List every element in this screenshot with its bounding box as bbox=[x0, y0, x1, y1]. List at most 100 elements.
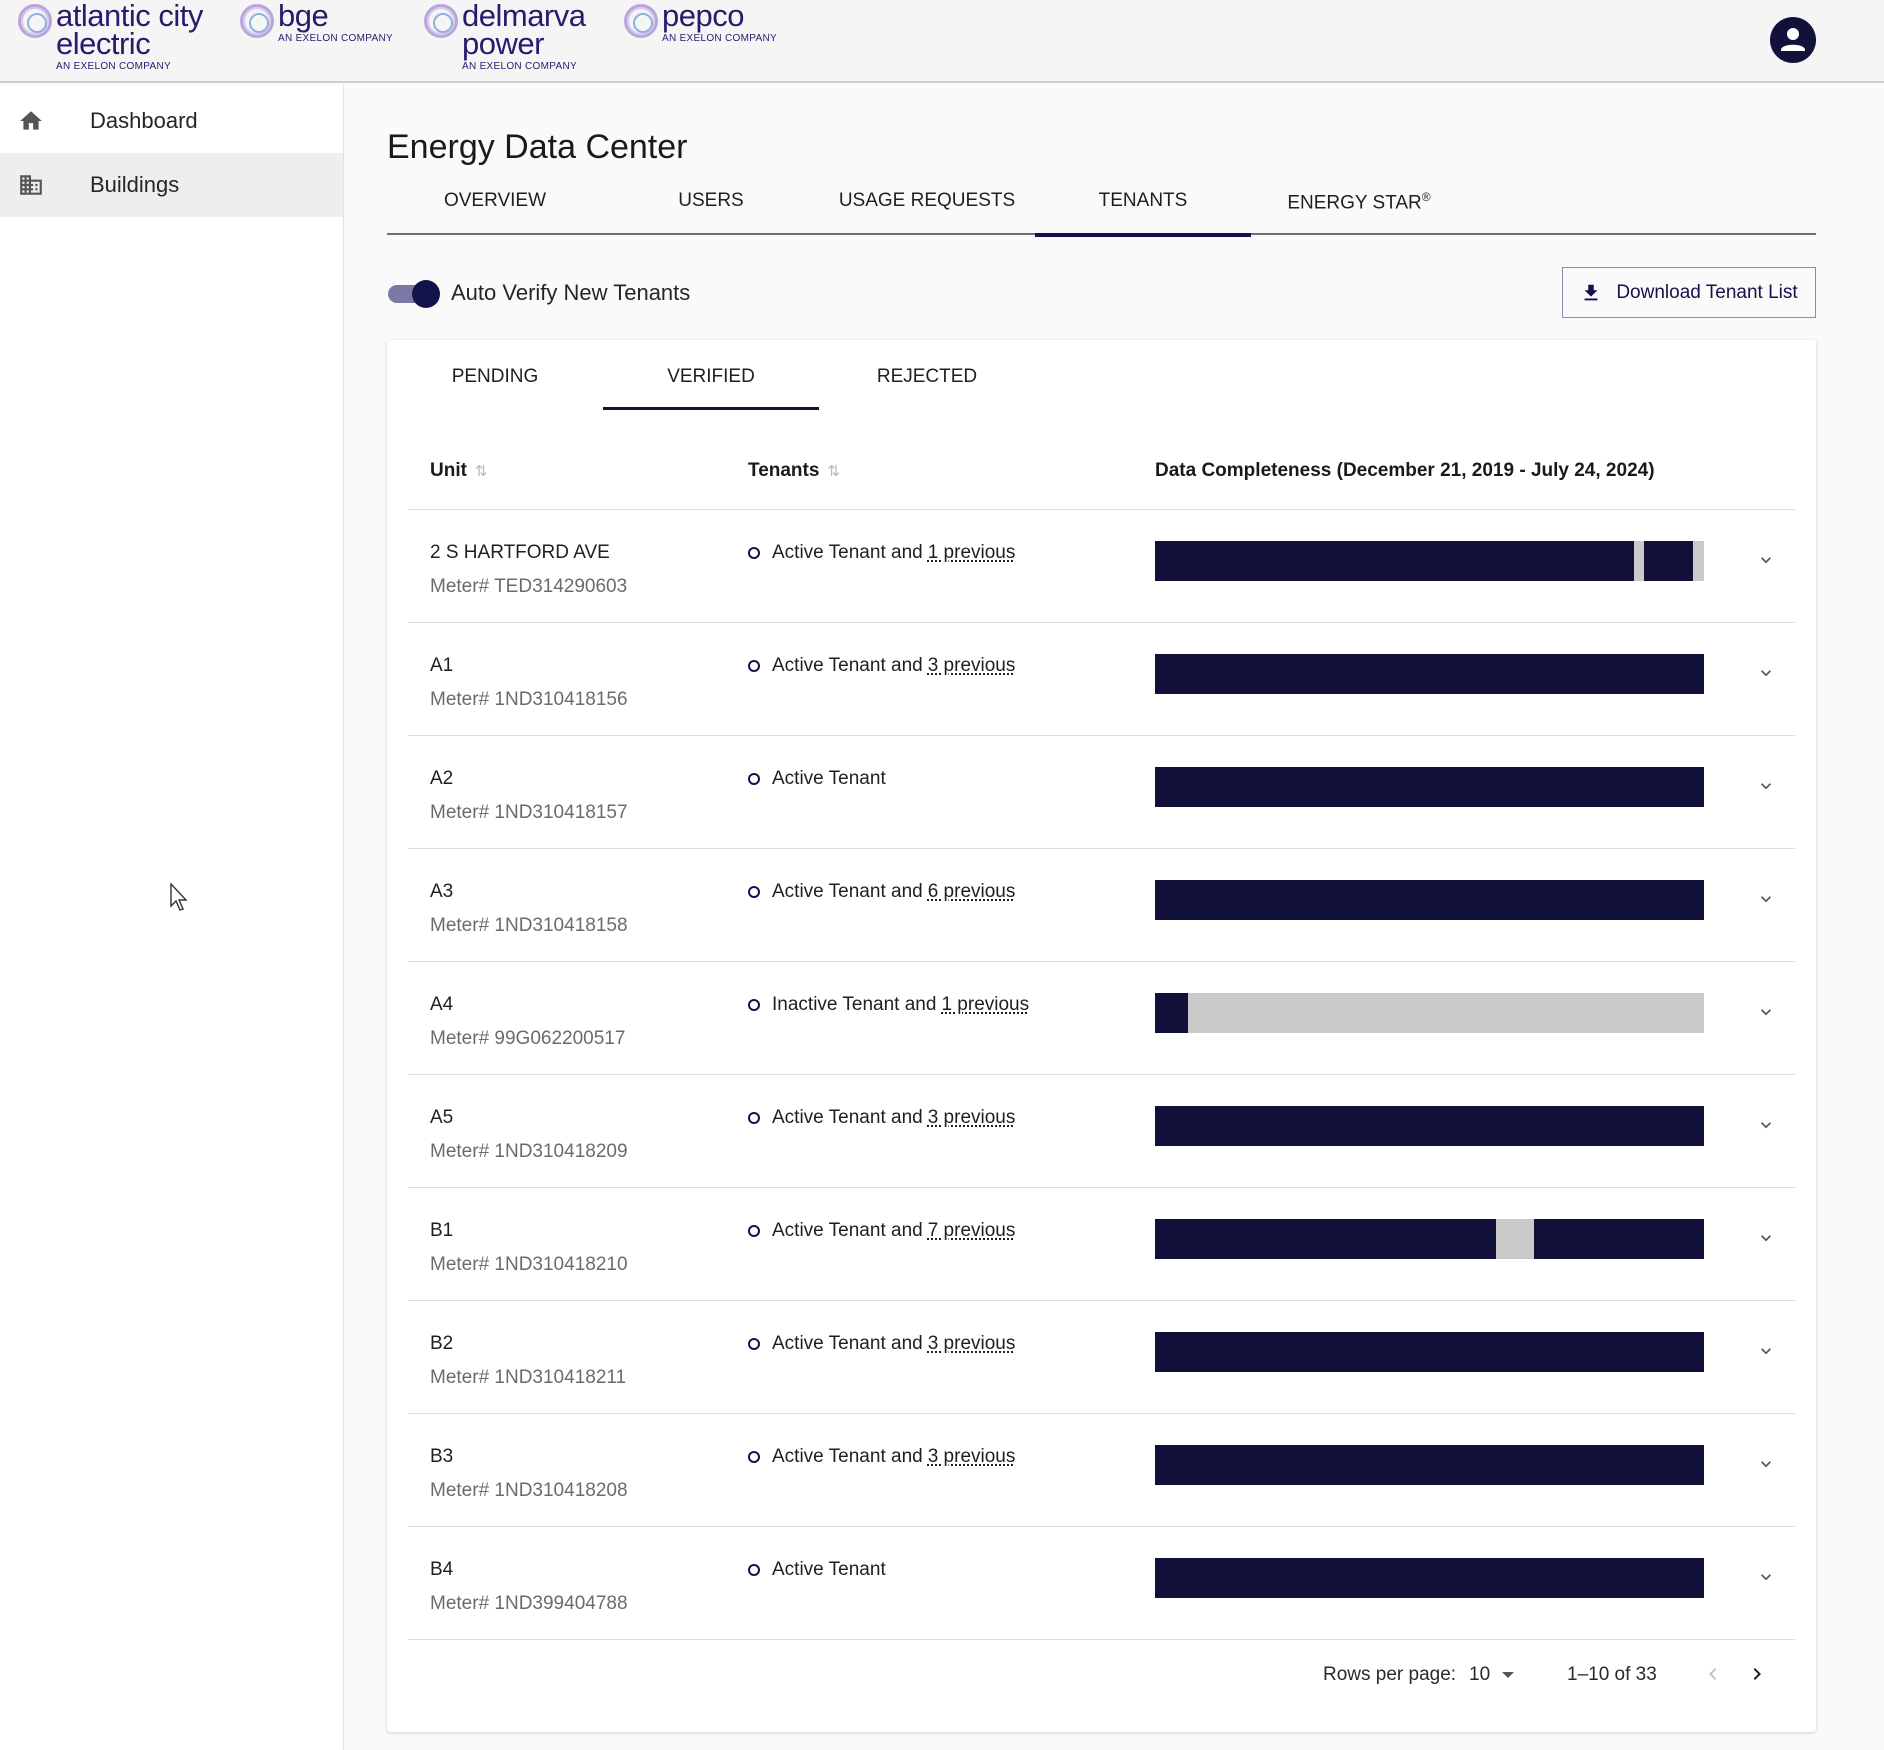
previous-tenants-link[interactable]: 3 previous bbox=[928, 655, 1016, 677]
tab-rejected[interactable]: REJECTED bbox=[819, 340, 1035, 410]
table-row[interactable]: 2 S HARTFORD AVE Meter# TED314290603 Activ… bbox=[408, 510, 1795, 623]
data-completeness-bar bbox=[1155, 654, 1704, 694]
expand-row-chevron-icon[interactable] bbox=[1756, 550, 1776, 570]
sidebar-item-label: Dashboard bbox=[90, 108, 198, 133]
completeness-segment bbox=[1643, 541, 1694, 581]
table-header: Unit ⇅ Tenants ⇅ Data Completeness (Decemb… bbox=[408, 442, 1795, 510]
tenant-status: Active Tenant and 7 previous bbox=[748, 1220, 1015, 1242]
unit-name: 2 S HARTFORD AVE bbox=[430, 542, 610, 563]
completeness-segment bbox=[1155, 1106, 1704, 1146]
top-header: atlantic city electric AN EXELON COMPANY… bbox=[0, 0, 1884, 83]
expand-row-chevron-icon[interactable] bbox=[1756, 1115, 1776, 1135]
expand-row-chevron-icon[interactable] bbox=[1756, 776, 1776, 796]
status-tabs: PENDING VERIFIED REJECTED bbox=[387, 340, 1035, 410]
expand-row-chevron-icon[interactable] bbox=[1756, 1341, 1776, 1361]
table-row[interactable]: B1 Meter# 1ND310418210 Active Tenant and 7 … bbox=[408, 1188, 1795, 1301]
table-row[interactable]: A2 Meter# 1ND310418157 Active Tenant bbox=[408, 736, 1795, 849]
unit-name: B1 bbox=[430, 1220, 454, 1241]
brand-atlantic-city-electric[interactable]: atlantic city electric AN EXELON COMPANY bbox=[18, 0, 203, 72]
tenant-status: Active Tenant and 3 previous bbox=[748, 655, 1015, 677]
previous-tenants-link[interactable]: 3 previous bbox=[928, 1333, 1016, 1355]
sort-icon[interactable]: ⇅ bbox=[827, 463, 840, 480]
meter-number: Meter# 1ND310418156 bbox=[430, 689, 628, 710]
tab-usage-requests[interactable]: USAGE REQUESTS bbox=[819, 180, 1035, 235]
toggle-thumb bbox=[412, 280, 440, 308]
sidebar-item-buildings[interactable]: Buildings bbox=[0, 153, 343, 217]
completeness-segment bbox=[1155, 541, 1634, 581]
expand-row-chevron-icon[interactable] bbox=[1756, 1567, 1776, 1587]
auto-verify-toggle[interactable] bbox=[388, 280, 440, 308]
unit-name: B2 bbox=[430, 1333, 454, 1354]
data-completeness-bar bbox=[1155, 1106, 1704, 1146]
brand-name: pepco bbox=[662, 0, 744, 33]
tenant-status-text: Active Tenant and bbox=[772, 655, 923, 676]
expand-row-chevron-icon[interactable] bbox=[1756, 1228, 1776, 1248]
previous-tenants-link[interactable]: 3 previous bbox=[928, 1107, 1016, 1129]
mouse-cursor-icon bbox=[170, 883, 188, 911]
table-row[interactable]: A1 Meter# 1ND310418156 Active Tenant and 3 … bbox=[408, 623, 1795, 736]
previous-tenants-link[interactable]: 6 previous bbox=[928, 881, 1016, 903]
tenant-status-text: Active Tenant and bbox=[772, 1220, 923, 1241]
tenant-status: Inactive Tenant and 1 previous bbox=[748, 994, 1029, 1016]
tab-tenants[interactable]: TENANTS bbox=[1035, 180, 1251, 237]
table-row[interactable]: A4 Meter# 99G062200517 Inactive Tenant and… bbox=[408, 962, 1795, 1075]
tab-pending[interactable]: PENDING bbox=[387, 340, 603, 410]
completeness-segment bbox=[1155, 1445, 1704, 1485]
status-dot-icon bbox=[748, 999, 760, 1011]
tab-verified[interactable]: VERIFIED bbox=[603, 340, 819, 410]
expand-row-chevron-icon[interactable] bbox=[1756, 889, 1776, 909]
tab-energy-star[interactable]: ENERGY STAR® bbox=[1251, 180, 1467, 235]
previous-tenants-link[interactable]: 3 previous bbox=[928, 1446, 1016, 1468]
completeness-segment bbox=[1155, 1332, 1704, 1372]
download-tenant-list-button[interactable]: Download Tenant List bbox=[1562, 267, 1816, 318]
previous-tenants-link[interactable]: 1 previous bbox=[928, 542, 1016, 564]
table-row[interactable]: B4 Meter# 1ND399404788 Active Tenant bbox=[408, 1527, 1795, 1640]
table-row[interactable]: A5 Meter# 1ND310418209 Active Tenant and 3 … bbox=[408, 1075, 1795, 1188]
tab-overview[interactable]: OVERVIEW bbox=[387, 180, 603, 235]
sort-icon[interactable]: ⇅ bbox=[475, 463, 488, 480]
brand-name: atlantic city electric bbox=[56, 0, 203, 61]
rows-per-page-select[interactable]: 10 bbox=[1469, 1664, 1515, 1686]
auto-verify-label: Auto Verify New Tenants bbox=[451, 280, 691, 305]
column-header-data-completeness: Data Completeness (December 21, 2019 - J… bbox=[1155, 460, 1655, 481]
previous-tenants-link[interactable]: 1 previous bbox=[941, 994, 1029, 1016]
previous-page-button[interactable] bbox=[1701, 1662, 1725, 1686]
tenant-status-text: Active Tenant and bbox=[772, 542, 923, 563]
meter-number: Meter# 1ND310418209 bbox=[430, 1141, 628, 1162]
table-row[interactable]: A3 Meter# 1ND310418158 Active Tenant and 6 … bbox=[408, 849, 1795, 962]
expand-row-chevron-icon[interactable] bbox=[1756, 663, 1776, 683]
data-completeness-bar bbox=[1155, 993, 1704, 1033]
brand-pepco[interactable]: pepco AN EXELON COMPANY bbox=[624, 0, 777, 44]
download-label: Download Tenant List bbox=[1616, 281, 1798, 303]
status-dot-icon bbox=[748, 1112, 760, 1124]
meter-number: Meter# 1ND399404788 bbox=[430, 1593, 628, 1614]
tenant-status: Active Tenant and 3 previous bbox=[748, 1446, 1015, 1468]
meter-number: Meter# 1ND310418210 bbox=[430, 1254, 628, 1275]
meter-number: Meter# 1ND310418211 bbox=[430, 1367, 627, 1388]
tenant-status: Active Tenant and 1 previous bbox=[748, 542, 1015, 564]
tab-users[interactable]: USERS bbox=[603, 180, 819, 235]
page-title: Energy Data Center bbox=[387, 128, 688, 166]
sidebar-item-dashboard[interactable]: Dashboard bbox=[0, 89, 343, 153]
table-row[interactable]: B3 Meter# 1ND310418208 Active Tenant and 3 … bbox=[408, 1414, 1795, 1527]
expand-row-chevron-icon[interactable] bbox=[1756, 1454, 1776, 1474]
brand-bge[interactable]: bge AN EXELON COMPANY bbox=[240, 0, 393, 44]
meter-number: Meter# 1ND310418158 bbox=[430, 915, 628, 936]
unit-name: B4 bbox=[430, 1559, 454, 1580]
tenant-status-text: Active Tenant and bbox=[772, 1446, 923, 1467]
exelon-logo-icon bbox=[18, 4, 52, 38]
status-dot-icon bbox=[748, 1338, 760, 1350]
brand-delmarva-power[interactable]: delmarva power AN EXELON COMPANY bbox=[424, 0, 586, 72]
tenant-status: Active Tenant bbox=[748, 1559, 886, 1581]
tenant-status-text: Active Tenant and bbox=[772, 1107, 923, 1128]
account-avatar-button[interactable] bbox=[1770, 17, 1816, 63]
table-row[interactable]: B2 Meter# 1ND310418211 Active Tenant and 3 … bbox=[408, 1301, 1795, 1414]
expand-row-chevron-icon[interactable] bbox=[1756, 1002, 1776, 1022]
column-header-unit[interactable]: Unit ⇅ bbox=[430, 460, 488, 482]
data-completeness-bar bbox=[1155, 1558, 1704, 1598]
rows-per-page-value: 10 bbox=[1469, 1664, 1491, 1685]
column-header-tenants[interactable]: Tenants ⇅ bbox=[748, 460, 840, 482]
building-icon bbox=[20, 175, 42, 195]
previous-tenants-link[interactable]: 7 previous bbox=[928, 1220, 1016, 1242]
next-page-button[interactable] bbox=[1745, 1662, 1769, 1686]
